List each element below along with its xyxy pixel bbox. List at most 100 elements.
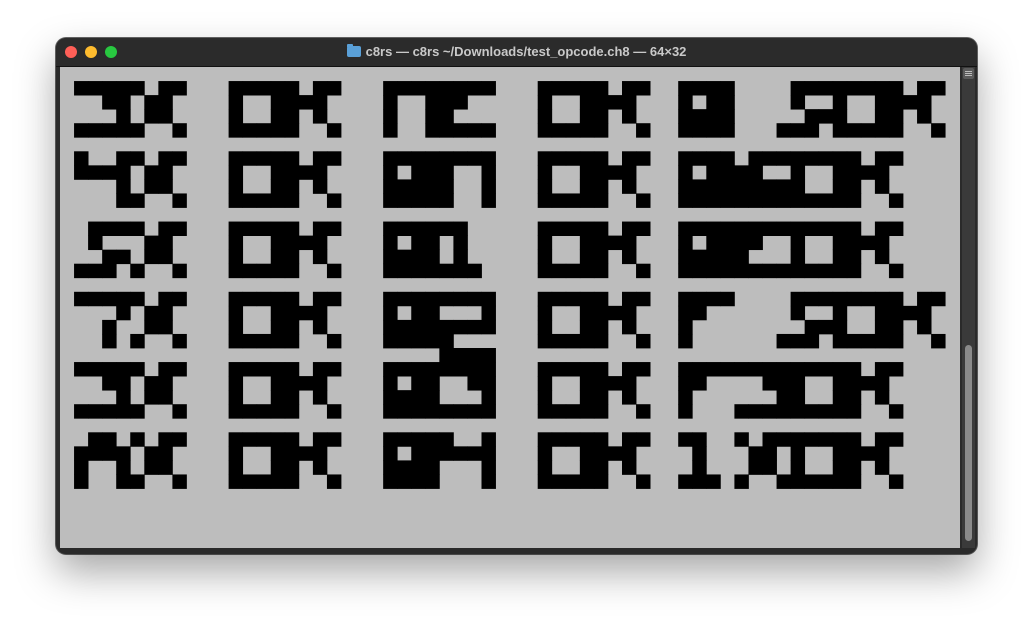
display-pixel: [270, 362, 286, 377]
display-pixel: [102, 221, 117, 236]
display-pixel: [130, 404, 145, 419]
display-pixel: [720, 95, 735, 110]
display-pixel: [397, 390, 412, 405]
display-pixel: [804, 193, 820, 208]
display-pixel: [537, 235, 553, 251]
display-pixel: [551, 151, 567, 166]
display-pixel: [326, 193, 342, 208]
display-pixel: [116, 151, 131, 166]
display-pixel: [832, 235, 848, 251]
display-pixel: [270, 151, 286, 166]
display-pixel: [256, 432, 272, 447]
display-pixel: [411, 319, 426, 335]
display-pixel: [481, 376, 496, 391]
display-pixel: [636, 362, 651, 377]
display-pixel: [706, 249, 721, 265]
display-pixel: [678, 249, 693, 265]
display-pixel: [312, 446, 328, 461]
display-pixel: [678, 165, 693, 180]
display-pixel: [706, 221, 721, 236]
display-pixel: [818, 221, 834, 236]
display-pixel: [383, 446, 398, 461]
display-pixel: [228, 179, 244, 194]
display-pixel: [144, 109, 159, 124]
display-pixel: [312, 432, 328, 447]
display-pixel: [832, 446, 848, 461]
display-pixel: [481, 123, 496, 138]
display-pixel: [256, 221, 272, 236]
display-pixel: [228, 376, 244, 391]
display-pixel: [678, 333, 693, 349]
display-pixel: [762, 432, 777, 447]
display-pixel: [130, 263, 145, 279]
display-pixel: [242, 263, 258, 279]
display-pixel: [425, 249, 440, 265]
display-pixel: [411, 390, 426, 405]
display-pixel: [74, 474, 89, 489]
display-pixel: [326, 81, 342, 96]
scrollbar[interactable]: [962, 67, 975, 548]
display-pixel: [678, 193, 693, 208]
display-pixel: [326, 291, 342, 307]
display-pixel: [874, 165, 890, 180]
display-pixel: [888, 319, 904, 335]
scroll-thumb[interactable]: [965, 345, 972, 541]
display-pixel: [748, 151, 763, 166]
display-pixel: [383, 432, 398, 447]
display-pixel: [790, 95, 806, 110]
display-pixel: [383, 109, 398, 124]
display-pixel: [256, 81, 272, 96]
display-pixel: [397, 221, 412, 236]
display-pixel: [425, 446, 440, 461]
display-pixel: [116, 404, 131, 419]
display-pixel: [158, 235, 173, 251]
display-pixel: [537, 179, 553, 194]
display-pixel: [720, 81, 735, 96]
display-pixel: [832, 109, 848, 124]
display-pixel: [256, 263, 272, 279]
display-pixel: [790, 193, 806, 208]
display-pixel: [593, 376, 609, 391]
display-pixel: [706, 151, 721, 166]
display-pixel: [425, 474, 440, 489]
display-pixel: [88, 446, 103, 461]
display-pixel: [818, 432, 834, 447]
display-pixel: [776, 151, 791, 166]
display-pixel: [312, 305, 328, 321]
display-pixel: [565, 362, 581, 377]
display-pixel: [284, 193, 300, 208]
display-pixel: [804, 474, 820, 489]
display-pixel: [439, 179, 454, 194]
display-pixel: [88, 404, 103, 419]
display-pixel: [228, 291, 244, 307]
display-pixel: [439, 81, 454, 96]
display-pixel: [453, 291, 468, 307]
display-pixel: [397, 151, 412, 166]
display-pixel: [312, 376, 328, 391]
display-pixel: [762, 446, 777, 461]
display-pixel: [411, 81, 426, 96]
display-pixel: [551, 362, 567, 377]
display-pixel: [565, 432, 581, 447]
display-pixel: [622, 165, 637, 180]
display-pixel: [874, 151, 890, 166]
display-pixel: [804, 263, 820, 279]
display-pixel: [874, 291, 890, 307]
scroll-menu-icon[interactable]: [963, 68, 974, 79]
display-pixel: [228, 404, 244, 419]
display-pixel: [692, 432, 707, 447]
display-pixel: [734, 165, 749, 180]
display-pixel: [242, 123, 258, 138]
display-pixel: [537, 123, 553, 138]
display-pixel: [565, 193, 581, 208]
display-pixel: [593, 151, 609, 166]
display-pixel: [172, 291, 187, 307]
display-pixel: [116, 249, 131, 265]
display-pixel: [692, 376, 707, 391]
display-pixel: [790, 151, 806, 166]
display-pixel: [874, 179, 890, 194]
display-pixel: [888, 474, 904, 489]
display-pixel: [383, 263, 398, 279]
display-pixel: [116, 165, 131, 180]
display-pixel: [130, 333, 145, 349]
